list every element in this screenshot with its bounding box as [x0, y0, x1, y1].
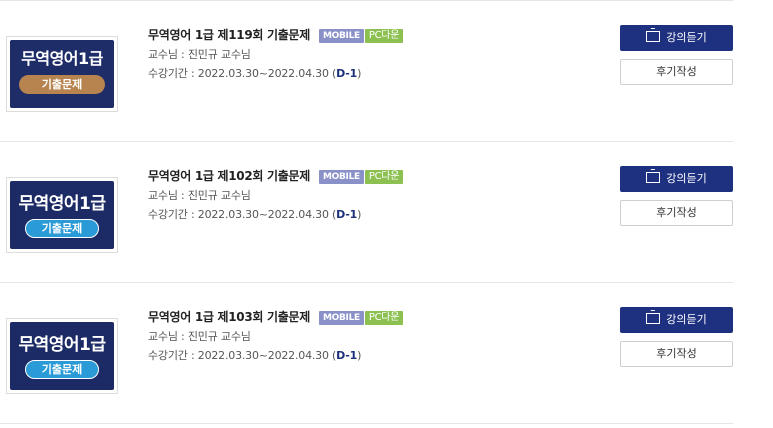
- period-close: ): [357, 208, 362, 221]
- watch-lecture-label: 강의듣기: [666, 31, 707, 44]
- course-item: 무역영어1급 기출문제 무역영어 1급 제119회 기출문제 MOBILE PC다운…: [0, 0, 773, 141]
- course-teacher: 교수님 : 진민규 교수님: [148, 189, 251, 202]
- tv-icon: [646, 31, 661, 42]
- period-close: ): [357, 67, 362, 80]
- course-period: 수강기간 : 2022.03.30~2022.04.30 (D-1): [148, 206, 361, 222]
- course-teacher: 교수님 : 진민규 교수님: [148, 48, 251, 61]
- course-title-text[interactable]: 무역영어 1급 제103회 기출문제: [148, 310, 310, 324]
- course-teacher: 교수님 : 진민규 교수님: [148, 330, 251, 343]
- course-title-text[interactable]: 무역영어 1급 제102회 기출문제: [148, 169, 310, 183]
- pc-download-badge[interactable]: PC다운: [364, 311, 404, 325]
- mobile-badge: MOBILE: [318, 311, 364, 325]
- mobile-badge: MOBILE: [318, 29, 364, 43]
- watch-lecture-button[interactable]: 강의듣기: [620, 25, 733, 51]
- course-title-text[interactable]: 무역영어 1급 제119회 기출문제: [148, 28, 310, 42]
- thumbnail-tag: 기출문제: [25, 219, 99, 238]
- period-text: 수강기간 : 2022.03.30~2022.04.30 (: [148, 67, 337, 80]
- write-review-button[interactable]: 후기작성: [620, 59, 733, 85]
- course-thumbnail-frame[interactable]: 무역영어1급 기출문제: [6, 318, 118, 394]
- period-close: ): [357, 349, 362, 362]
- course-period: 수강기간 : 2022.03.30~2022.04.30 (D-1): [148, 65, 361, 81]
- pc-download-badge[interactable]: PC다운: [364, 170, 404, 184]
- course-thumbnail-frame[interactable]: 무역영어1급 기출문제: [6, 177, 118, 253]
- course-item: 무역영어1급 기출문제 무역영어 1급 제102회 기출문제 MOBILE PC다운…: [0, 141, 773, 282]
- thumbnail-title: 무역영어1급: [18, 194, 106, 214]
- write-review-button[interactable]: 후기작성: [620, 341, 733, 367]
- course-title[interactable]: 무역영어 1급 제102회 기출문제 MOBILE PC다운: [148, 167, 404, 184]
- watch-lecture-label: 강의듣기: [666, 172, 707, 185]
- tv-icon: [646, 172, 661, 183]
- watch-lecture-label: 강의듣기: [666, 313, 707, 326]
- course-period: 수강기간 : 2022.03.30~2022.04.30 (D-1): [148, 347, 361, 363]
- watch-lecture-button[interactable]: 강의듣기: [620, 307, 733, 333]
- course-title[interactable]: 무역영어 1급 제119회 기출문제 MOBILE PC다운: [148, 26, 404, 43]
- period-text: 수강기간 : 2022.03.30~2022.04.30 (: [148, 208, 337, 221]
- tv-icon: [646, 313, 661, 324]
- row-divider: [0, 423, 733, 424]
- course-thumbnail-frame[interactable]: 무역영어1급 기출문제: [6, 36, 118, 112]
- dday-badge: D-1: [336, 208, 358, 221]
- thumbnail-title: 무역영어1급: [21, 49, 103, 68]
- dday-badge: D-1: [336, 67, 358, 80]
- mobile-badge: MOBILE: [318, 170, 364, 184]
- course-thumbnail: 무역영어1급 기출문제: [10, 181, 114, 249]
- period-text: 수강기간 : 2022.03.30~2022.04.30 (: [148, 349, 337, 362]
- thumbnail-tag: 기출문제: [19, 75, 105, 94]
- write-review-button[interactable]: 후기작성: [620, 200, 733, 226]
- thumbnail-tag: 기출문제: [25, 360, 99, 379]
- pc-download-badge[interactable]: PC다운: [364, 29, 404, 43]
- course-thumbnail: 무역영어1급 기출문제: [10, 40, 114, 108]
- course-item: 무역영어1급 기출문제 무역영어 1급 제103회 기출문제 MOBILE PC다운…: [0, 282, 773, 423]
- thumbnail-title: 무역영어1급: [18, 335, 106, 355]
- course-thumbnail: 무역영어1급 기출문제: [10, 322, 114, 390]
- dday-badge: D-1: [336, 349, 358, 362]
- watch-lecture-button[interactable]: 강의듣기: [620, 166, 733, 192]
- course-title[interactable]: 무역영어 1급 제103회 기출문제 MOBILE PC다운: [148, 308, 404, 325]
